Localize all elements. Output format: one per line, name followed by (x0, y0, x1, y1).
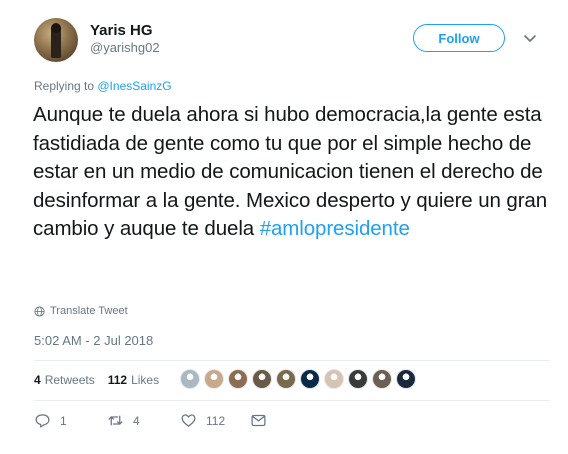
user-avatar-icon[interactable] (372, 369, 392, 389)
engagement-stats: 4 Retweets 112 Likes (34, 373, 159, 387)
hashtag-link[interactable]: #amlopresidente (260, 217, 410, 240)
user-avatar-icon[interactable] (396, 369, 416, 389)
user-avatar-icon[interactable] (252, 369, 272, 389)
like-button[interactable]: 112 (180, 412, 225, 429)
retweets-label: Retweets (44, 373, 95, 387)
reply-button[interactable]: 1 (34, 412, 67, 429)
author-name[interactable]: Yaris HG (90, 22, 153, 39)
envelope-icon (251, 414, 266, 427)
user-avatar-icon[interactable] (228, 369, 248, 389)
replying-to: Replying to @InesSainzG (34, 79, 172, 93)
divider (34, 360, 550, 361)
tweet-card: Yaris HG @yarishg02 Follow Replying to @… (0, 0, 568, 454)
author-avatar[interactable] (34, 18, 78, 62)
author-handle[interactable]: @yarishg02 (90, 40, 160, 55)
retweet-count: 4 (133, 413, 140, 428)
user-avatar-icon[interactable] (276, 369, 296, 389)
liker-avatars (180, 369, 420, 389)
reply-count: 1 (60, 413, 67, 428)
replying-to-label: Replying to (34, 79, 98, 93)
likes-stat[interactable]: 112 Likes (108, 373, 159, 387)
retweet-button[interactable]: 4 (107, 412, 140, 429)
replying-to-link[interactable]: @InesSainzG (97, 79, 171, 93)
likes-label: Likes (131, 373, 160, 387)
user-avatar-icon[interactable] (324, 369, 344, 389)
like-count: 112 (206, 413, 226, 428)
reply-icon (35, 414, 50, 428)
user-avatar-icon[interactable] (204, 369, 224, 389)
chevron-down-icon[interactable] (522, 30, 538, 46)
tweet-timestamp[interactable]: 5:02 AM - 2 Jul 2018 (34, 333, 153, 348)
divider (34, 400, 550, 401)
translate-tweet-link[interactable]: Translate Tweet (34, 305, 128, 317)
follow-button[interactable]: Follow (413, 24, 505, 52)
direct-message-button[interactable] (250, 412, 267, 429)
globe-icon (34, 305, 45, 317)
default-avatar-icon[interactable] (180, 369, 200, 389)
user-avatar-icon[interactable] (348, 369, 368, 389)
retweet-icon (108, 415, 123, 426)
user-avatar-icon[interactable] (300, 369, 320, 389)
likes-count: 112 (107, 373, 128, 387)
retweets-stat[interactable]: 4 Retweets (34, 373, 95, 387)
translate-label[interactable]: Translate Tweet (50, 305, 128, 317)
avatar-head (51, 23, 61, 33)
heart-icon (181, 414, 196, 427)
retweets-count: 4 (34, 373, 41, 387)
tweet-text: Aunque te duela ahora si hubo democracia… (33, 101, 553, 244)
